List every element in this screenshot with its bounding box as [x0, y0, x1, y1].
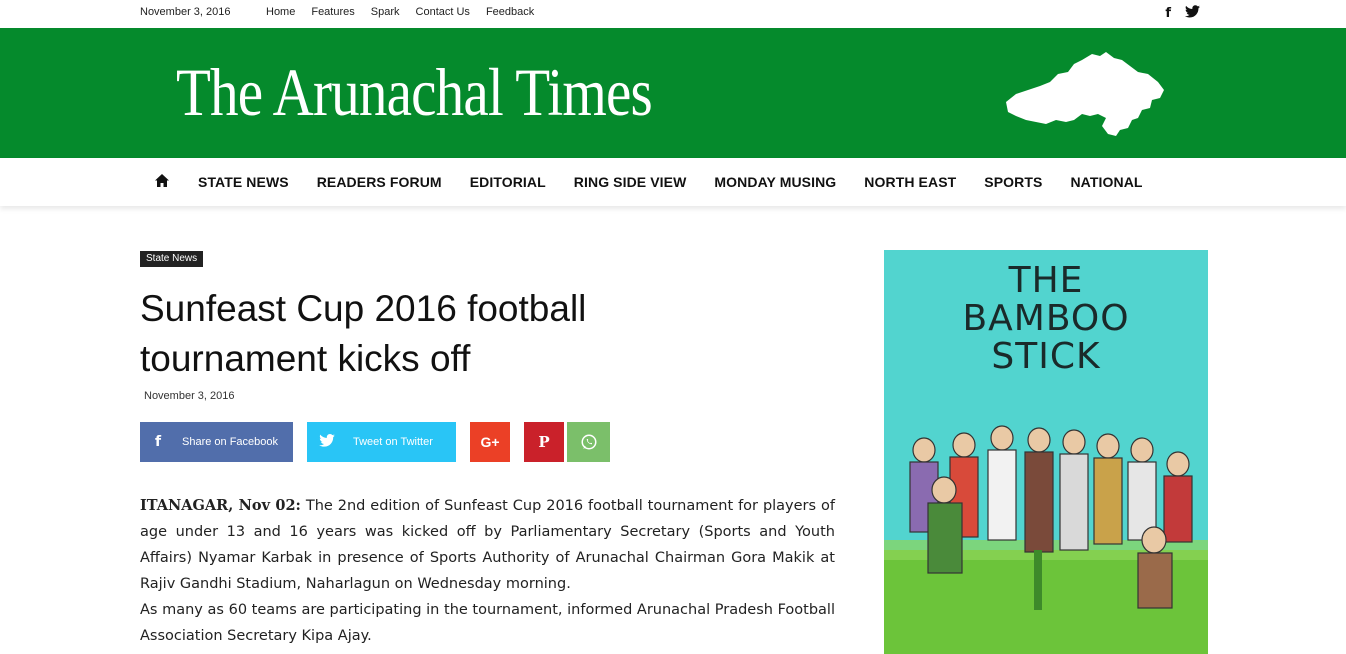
share-google-plus-button[interactable]: G+: [470, 422, 510, 462]
google-plus-icon: G+: [480, 434, 500, 450]
article-title: Sunfeast Cup 2016 football tournament ki…: [140, 288, 587, 379]
home-icon[interactable]: [154, 173, 170, 189]
share-facebook-button[interactable]: f Share on Facebook: [140, 422, 293, 462]
facebook-icon: f: [154, 434, 162, 450]
share-twitter-button[interactable]: Tweet on Twitter: [307, 422, 456, 462]
top-links: Home Features Spark Contact Us Feedback: [266, 6, 550, 18]
nav-item-editorial[interactable]: EDITORIAL: [456, 174, 560, 190]
article-date: November 3, 2016: [144, 390, 235, 402]
nav-item-national[interactable]: NATIONAL: [1056, 174, 1156, 190]
site-header: The Arunachal Times: [0, 28, 1346, 158]
share-whatsapp-button[interactable]: [567, 422, 610, 462]
article-body: ITANAGAR, Nov 02: The 2nd edition of Sun…: [140, 493, 835, 649]
ad-title-line-3: STICK: [991, 336, 1101, 377]
facebook-icon[interactable]: f: [1165, 6, 1171, 21]
nav-item-monday-musing[interactable]: MONDAY MUSING: [700, 174, 850, 190]
top-link-spark[interactable]: Spark: [371, 6, 400, 18]
article-paragraph-1: ITANAGAR, Nov 02: The 2nd edition of Sun…: [140, 493, 835, 597]
social-links: f: [1165, 5, 1200, 21]
top-link-feedback[interactable]: Feedback: [486, 6, 534, 18]
share-facebook-label: Share on Facebook: [182, 436, 279, 448]
main-nav: STATE NEWS READERS FORUM EDITORIAL RING …: [0, 158, 1346, 206]
current-date: November 3, 2016: [140, 6, 231, 18]
top-bar: November 3, 2016 Home Features Spark Con…: [0, 0, 1346, 28]
whatsapp-icon: [581, 434, 596, 450]
arunachal-map-icon: [1006, 52, 1164, 136]
sidebar-ad-bamboo-stick[interactable]: THE BAMBOO STICK: [884, 250, 1208, 654]
nav-item-north-east[interactable]: NORTH EAST: [850, 174, 970, 190]
share-twitter-label: Tweet on Twitter: [353, 436, 433, 448]
ad-title-line-1: THE: [1008, 260, 1084, 301]
nav-items: STATE NEWS READERS FORUM EDITORIAL RING …: [184, 158, 1157, 206]
category-badge[interactable]: State News: [140, 251, 204, 267]
ad-title-line-2: BAMBOO: [962, 298, 1130, 339]
twitter-icon[interactable]: [1185, 5, 1200, 21]
nav-item-ring-side-view[interactable]: RING SIDE VIEW: [560, 174, 701, 190]
pinterest-icon: P: [538, 433, 550, 451]
article-paragraph-2: As many as 60 teams are participating in…: [140, 602, 835, 644]
nav-item-readers-forum[interactable]: READERS FORUM: [303, 174, 456, 190]
top-link-contact-us[interactable]: Contact Us: [416, 6, 470, 18]
top-link-features[interactable]: Features: [311, 6, 354, 18]
article-dateline: ITANAGAR, Nov 02:: [140, 497, 301, 514]
nav-item-state-news[interactable]: STATE NEWS: [184, 174, 303, 190]
site-logo[interactable]: The Arunachal Times: [176, 58, 653, 126]
nav-item-sports[interactable]: SPORTS: [970, 174, 1056, 190]
top-link-home[interactable]: Home: [266, 6, 295, 18]
share-pinterest-button[interactable]: P: [524, 422, 564, 462]
twitter-icon: [307, 434, 347, 450]
